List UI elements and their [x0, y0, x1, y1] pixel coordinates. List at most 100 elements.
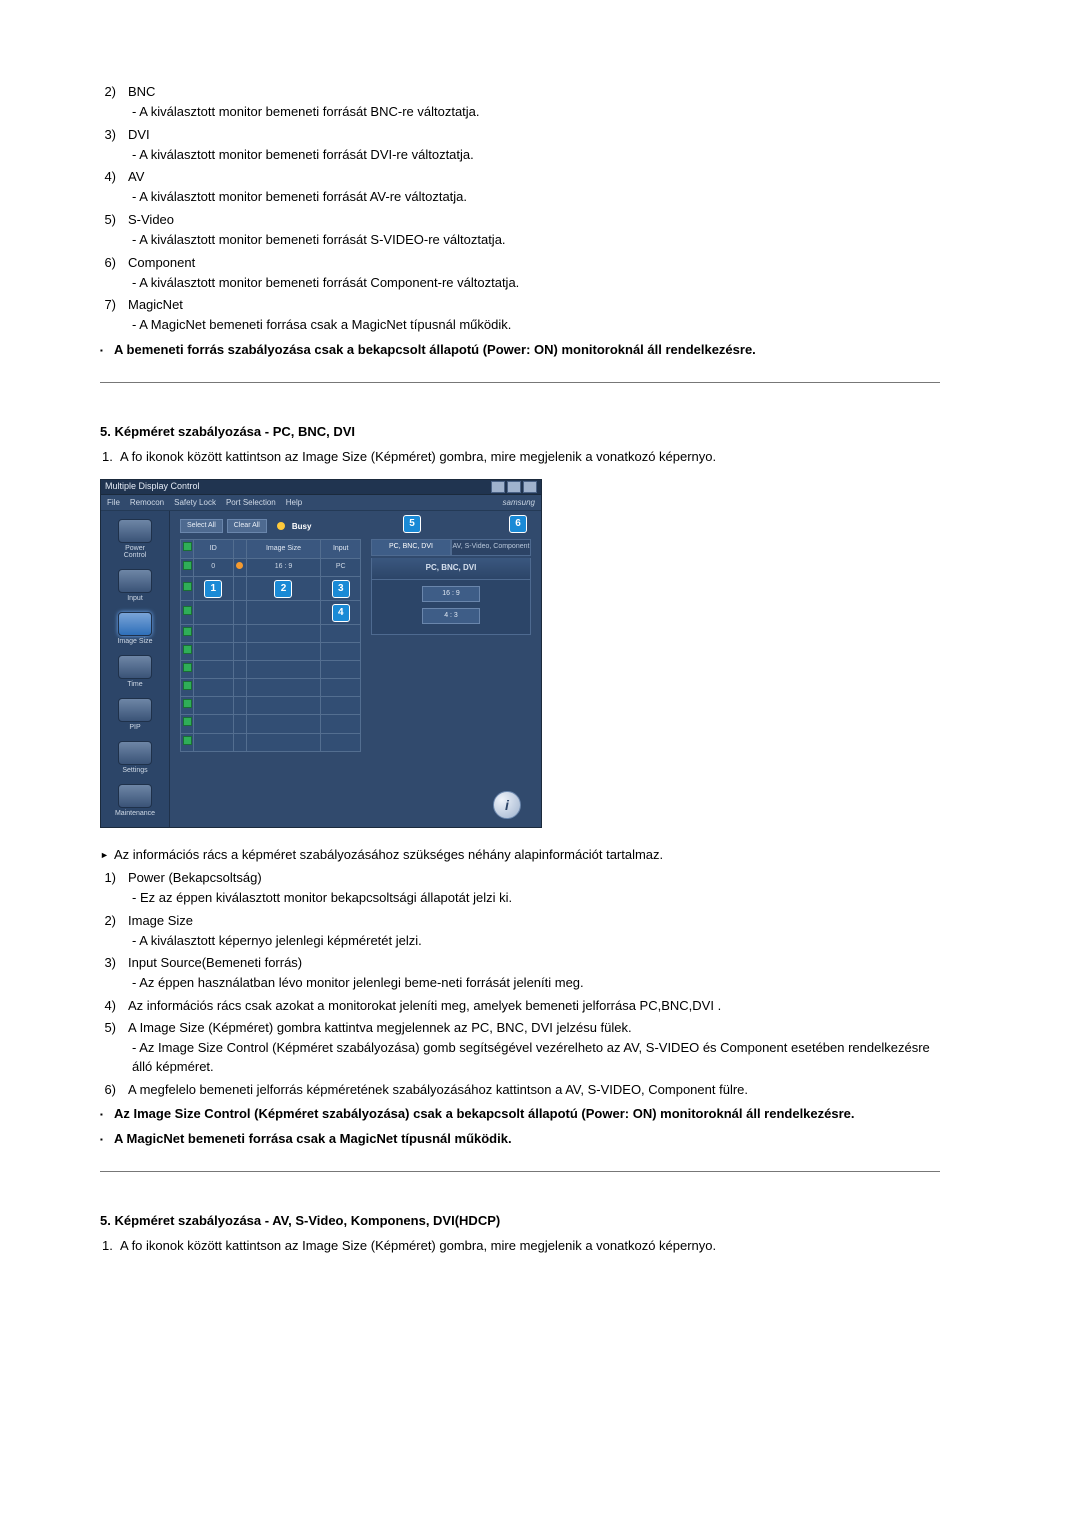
sidebar-item-label: Input [127, 595, 143, 602]
table-row[interactable]: 4 [181, 600, 361, 624]
sidebar-item-image-size[interactable]: Image Size [113, 612, 157, 645]
list-item-label: Component [128, 254, 940, 273]
minimize-icon[interactable] [491, 481, 505, 493]
section3-intro-num: 1. [100, 1237, 120, 1256]
monitor-grid: ID Image Size Input 0 [180, 539, 361, 751]
sidebar-item-label: Maintenance [115, 810, 155, 817]
table-row[interactable] [181, 733, 361, 751]
table-row[interactable] [181, 642, 361, 660]
sidebar-item-label: Power Control [113, 545, 157, 559]
sidebar-item-label: Image Size [117, 638, 152, 645]
list-item-desc: - A kiválasztott képernyo jelenlegi képm… [132, 932, 940, 951]
sidebar-item-label: Settings [122, 767, 147, 774]
callout-badge-3: 3 [332, 580, 350, 598]
maximize-icon[interactable] [507, 481, 521, 493]
row-power-icon [236, 562, 243, 569]
list-number: 1) [100, 869, 118, 888]
list-number: 5) [100, 1019, 118, 1038]
list-item-label: Power (Bekapcsoltság) [128, 869, 940, 888]
sidebar-icon [118, 741, 152, 765]
list-number: 3) [100, 126, 118, 145]
col-check[interactable] [181, 540, 194, 558]
col-input: Input [321, 540, 361, 558]
callout-badge-6: 6 [509, 515, 527, 533]
table-row[interactable] [181, 624, 361, 642]
list-number: 4) [100, 997, 118, 1016]
list-item-desc: - Az éppen használatban lévo monitor jel… [132, 974, 940, 993]
section2-title: 5. Képméret szabályozása - PC, BNC, DVI [100, 423, 940, 442]
sidebar-icon [118, 655, 152, 679]
ratio-4-3-button[interactable]: 4 : 3 [422, 608, 480, 624]
menu-safety-lock[interactable]: Safety Lock [174, 497, 216, 509]
list-item-label: Az információs rács csak azokat a monito… [128, 997, 940, 1016]
sidebar: Power Control Input Image Size Time PIP Setti… [101, 511, 170, 827]
callout-badge-5: 5 [403, 515, 421, 533]
row-check-icon[interactable] [183, 606, 192, 615]
list-item-label: Image Size [128, 912, 940, 931]
table-row[interactable]: 0 16 : 9 PC [181, 558, 361, 576]
list-number: 6) [100, 1081, 118, 1100]
image-size-note-2: A MagicNet bemeneti forrása csak a Magic… [114, 1130, 940, 1149]
menu-port-selection[interactable]: Port Selection [226, 497, 276, 509]
busy-label: Busy [292, 521, 312, 533]
list-number: 7) [100, 296, 118, 315]
sidebar-item-maintenance[interactable]: Maintenance [113, 784, 157, 817]
table-row[interactable] [181, 660, 361, 678]
callout-badge-2: 2 [274, 580, 292, 598]
menu-file[interactable]: File [107, 497, 120, 509]
ratio-16-9-button[interactable]: 16 : 9 [422, 586, 480, 602]
sidebar-icon [118, 519, 152, 543]
sidebar-item-settings[interactable]: Settings [113, 741, 157, 774]
menu-remocon[interactable]: Remocon [130, 497, 164, 509]
image-size-note-1: Az Image Size Control (Képméret szabályo… [114, 1105, 940, 1124]
note-bullet-icon [100, 1130, 114, 1149]
select-all-button[interactable]: Select All [180, 519, 223, 533]
close-icon[interactable] [523, 481, 537, 493]
sidebar-icon [118, 612, 152, 636]
section2-intro-num: 1. [100, 448, 120, 467]
col-id: ID [194, 540, 234, 558]
list-item-desc: - A kiválasztott monitor bemeneti forrás… [132, 103, 940, 122]
list-number: 3) [100, 954, 118, 973]
busy-indicator-icon [277, 522, 285, 530]
info-grid-note: Az információs rács a képméret szabályoz… [114, 846, 940, 865]
tab-av-svideo-component[interactable]: AV, S-Video, Component [451, 539, 531, 555]
window-title: Multiple Display Control [105, 480, 200, 493]
row-check-icon[interactable] [183, 582, 192, 591]
list-item-label: A Image Size (Képméret) gombra kattintva… [128, 1019, 940, 1038]
row-check-icon[interactable] [183, 561, 192, 570]
list-item-desc: - A kiválasztott monitor bemeneti forrás… [132, 231, 940, 250]
list-item-label: DVI [128, 126, 940, 145]
section-divider [100, 382, 940, 383]
table-row[interactable] [181, 715, 361, 733]
list-item-label: BNC [128, 83, 940, 102]
list-item-desc: - A kiválasztott monitor bemeneti forrás… [132, 274, 940, 293]
tab-pc-bnc-dvi[interactable]: PC, BNC, DVI [371, 539, 451, 555]
sidebar-item-pip[interactable]: PIP [113, 698, 157, 731]
list-number: 6) [100, 254, 118, 273]
sidebar-item-power-control[interactable]: Power Control [113, 519, 157, 559]
menu-help[interactable]: Help [286, 497, 302, 509]
callout-badge-4: 4 [332, 604, 350, 622]
sidebar-icon [118, 784, 152, 808]
sidebar-item-input[interactable]: Input [113, 569, 157, 602]
sidebar-icon [118, 569, 152, 593]
arrow-bullet-icon [100, 846, 114, 865]
clear-all-button[interactable]: Clear All [227, 519, 267, 533]
row-size: 16 : 9 [246, 558, 321, 576]
list-item-desc: - A kiválasztott monitor bemeneti forrás… [132, 188, 940, 207]
table-row[interactable] [181, 697, 361, 715]
note-bullet-icon [100, 1105, 114, 1124]
sidebar-item-time[interactable]: Time [113, 655, 157, 688]
list-item-desc: - Az Image Size Control (Képméret szabál… [132, 1039, 940, 1077]
list-item-label: Input Source(Bemeneti forrás) [128, 954, 940, 973]
list-item-desc: - A kiválasztott monitor bemeneti forrás… [132, 146, 940, 165]
section3-intro-text: A fo ikonok között kattintson az Image S… [120, 1237, 940, 1256]
info-icon[interactable]: i [493, 791, 521, 819]
table-row[interactable] [181, 679, 361, 697]
list-number: 2) [100, 912, 118, 931]
table-row[interactable]: 1 2 3 [181, 576, 361, 600]
list-item-desc: - Ez az éppen kiválasztott monitor bekap… [132, 889, 940, 908]
note-bullet-icon [100, 341, 114, 360]
callout-badge-1: 1 [204, 580, 222, 598]
